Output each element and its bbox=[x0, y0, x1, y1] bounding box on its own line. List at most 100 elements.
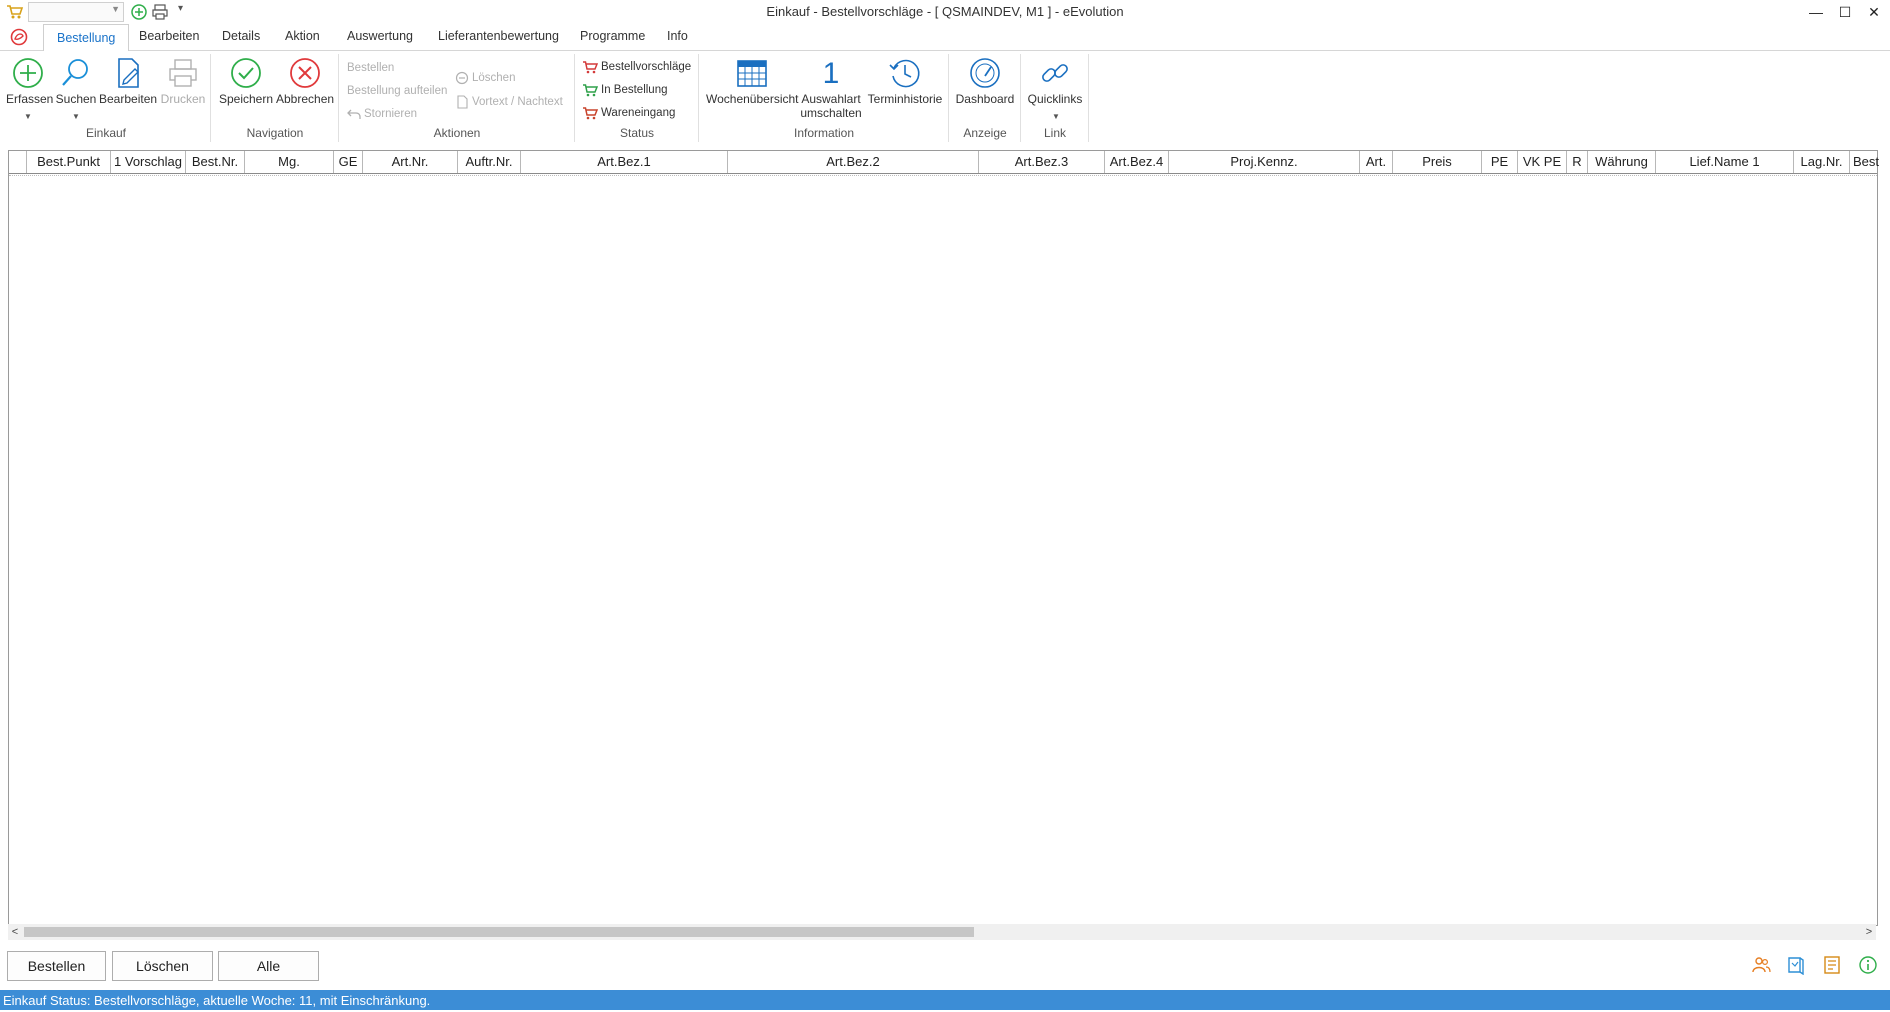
loeschen-button[interactable]: Löschen bbox=[112, 951, 213, 981]
bestellen-action[interactable]: Bestellen bbox=[347, 62, 394, 74]
scrollbar-thumb[interactable] bbox=[24, 927, 974, 937]
group-link: Quicklinks ▼ Link bbox=[1022, 54, 1089, 142]
group-label-navigation: Navigation bbox=[246, 126, 304, 140]
column-header-mg[interactable]: Mg. bbox=[245, 151, 334, 173]
group-label-einkauf: Einkauf bbox=[85, 126, 127, 140]
scroll-left-icon[interactable]: < bbox=[8, 924, 22, 940]
tab-aktion[interactable]: Aktion bbox=[285, 29, 320, 43]
status-in-bestellung-label: In Bestellung bbox=[601, 84, 668, 97]
column-header-art-bez-1[interactable]: Art.Bez.1 bbox=[521, 151, 728, 173]
column-header-art-bez-3[interactable]: Art.Bez.3 bbox=[979, 151, 1105, 173]
stornieren-label: Stornieren bbox=[364, 108, 418, 121]
column-header-rowselector[interactable] bbox=[9, 151, 27, 173]
terminhistorie-label: Terminhistorie bbox=[867, 92, 943, 106]
tab-lieferantenbewertung[interactable]: Lieferantenbewertung bbox=[438, 29, 559, 43]
tab-info[interactable]: Info bbox=[667, 29, 688, 43]
data-grid[interactable]: Best.Punkt 1 Vorschlag Best.Nr. Mg. GE A… bbox=[8, 150, 1880, 926]
group-aktionen: Bestellen Bestellung aufteilen Storniere… bbox=[340, 54, 575, 142]
column-header-lag-nr[interactable]: Lag.Nr. bbox=[1794, 151, 1850, 173]
number-one-icon: 1 bbox=[822, 57, 840, 90]
tab-bestellung[interactable]: Bestellung bbox=[43, 24, 130, 52]
bearbeiten-button[interactable]: Bearbeiten bbox=[99, 56, 157, 106]
minimize-button[interactable]: — bbox=[1802, 1, 1830, 23]
auswahlart-umschalten-button[interactable]: 1 Auswahlart umschalten bbox=[798, 56, 864, 120]
dashboard-button[interactable]: Dashboard bbox=[954, 56, 1016, 106]
column-header-proj-kennz[interactable]: Proj.Kennz. bbox=[1169, 151, 1360, 173]
horizontal-scrollbar[interactable]: < > bbox=[8, 924, 1876, 940]
cart-red-icon bbox=[583, 61, 599, 74]
speichern-button[interactable]: Speichern bbox=[218, 56, 274, 106]
search-icon bbox=[62, 59, 88, 86]
book-icon[interactable] bbox=[1786, 955, 1806, 975]
app-menu-icon[interactable] bbox=[10, 28, 28, 46]
column-header-vorschlag[interactable]: 1 Vorschlag bbox=[111, 151, 186, 173]
column-header-best-a[interactable]: Best.A bbox=[1850, 151, 1880, 173]
group-navigation: Speichern Abbrechen Navigation bbox=[212, 54, 339, 142]
speichern-label: Speichern bbox=[218, 92, 274, 106]
column-header-pe[interactable]: PE bbox=[1482, 151, 1518, 173]
column-header-waehrung[interactable]: Währung bbox=[1588, 151, 1656, 173]
users-icon[interactable] bbox=[1751, 955, 1771, 975]
column-header-vk-pe[interactable]: VK PE bbox=[1518, 151, 1567, 173]
tab-bearbeiten[interactable]: Bearbeiten bbox=[139, 29, 199, 43]
column-header-auftr-nr[interactable]: Auftr.Nr. bbox=[458, 151, 521, 173]
bearbeiten-label: Bearbeiten bbox=[99, 92, 158, 106]
add-circle-icon bbox=[13, 58, 43, 88]
quicklinks-label: Quicklinks bbox=[1027, 92, 1083, 106]
scroll-right-icon[interactable]: > bbox=[1862, 924, 1876, 940]
tab-programme[interactable]: Programme bbox=[580, 29, 645, 43]
abbrechen-button[interactable]: Abbrechen bbox=[276, 56, 334, 106]
vortext-nachtext-action[interactable]: Vortext / Nachtext bbox=[455, 95, 563, 109]
column-header-ge[interactable]: GE bbox=[334, 151, 363, 173]
grid-body[interactable] bbox=[9, 175, 1877, 926]
erfassen-label: Erfassen bbox=[6, 92, 54, 106]
wochenuebersicht-button[interactable]: Wochenübersicht bbox=[706, 56, 799, 106]
chevron-down-icon[interactable]: ▼ bbox=[1052, 112, 1060, 121]
gauge-icon bbox=[970, 58, 1000, 88]
chevron-down-icon[interactable]: ▼ bbox=[72, 112, 80, 121]
tab-details[interactable]: Details bbox=[222, 29, 260, 43]
suchen-button[interactable]: Suchen bbox=[53, 56, 99, 106]
erfassen-button[interactable]: Erfassen bbox=[6, 56, 54, 106]
column-header-art[interactable]: Art. bbox=[1360, 151, 1393, 173]
ribbon: Erfassen ▼ Suchen ▼ Bearbeiten Drucken E… bbox=[0, 51, 1890, 144]
stornieren-action[interactable]: Stornieren bbox=[347, 108, 417, 120]
status-wareneingang[interactable]: Wareneingang bbox=[582, 106, 675, 120]
notes-icon[interactable] bbox=[1822, 955, 1842, 975]
grid-header: Best.Punkt 1 Vorschlag Best.Nr. Mg. GE A… bbox=[9, 151, 1880, 174]
drucken-button[interactable]: Drucken bbox=[160, 56, 206, 106]
dashboard-label: Dashboard bbox=[955, 92, 1015, 106]
chevron-down-icon[interactable]: ▼ bbox=[24, 112, 32, 121]
group-label-information: Information bbox=[793, 126, 855, 140]
status-bestellvorschlaege[interactable]: Bestellvorschläge bbox=[582, 60, 691, 74]
wochenuebersicht-label: Wochenübersicht bbox=[706, 92, 799, 106]
tab-auswertung[interactable]: Auswertung bbox=[347, 29, 413, 43]
edit-document-icon bbox=[118, 58, 139, 88]
history-clock-icon bbox=[889, 59, 920, 88]
column-header-best-nr[interactable]: Best.Nr. bbox=[186, 151, 245, 173]
loeschen-label: Löschen bbox=[472, 72, 516, 85]
column-header-art-bez-4[interactable]: Art.Bez.4 bbox=[1105, 151, 1169, 173]
cart-red-icon bbox=[583, 107, 599, 120]
cancel-circle-icon bbox=[290, 58, 320, 88]
column-header-r[interactable]: R bbox=[1567, 151, 1588, 173]
quicklinks-button[interactable]: Quicklinks bbox=[1024, 56, 1086, 106]
bestellung-aufteilen-action[interactable]: Bestellung aufteilen bbox=[347, 85, 447, 97]
terminhistorie-button[interactable]: Terminhistorie bbox=[866, 56, 944, 106]
maximize-button[interactable]: ☐ bbox=[1831, 1, 1859, 23]
status-in-bestellung[interactable]: In Bestellung bbox=[582, 83, 668, 97]
column-header-lief-name-1[interactable]: Lief.Name 1 bbox=[1656, 151, 1794, 173]
auswahlart-label: Auswahlart bbox=[801, 92, 861, 106]
loeschen-action[interactable]: Löschen bbox=[455, 71, 515, 85]
group-anzeige: Dashboard Anzeige bbox=[950, 54, 1021, 142]
info-icon[interactable] bbox=[1858, 955, 1878, 975]
bestellen-button[interactable]: Bestellen bbox=[7, 951, 106, 981]
document-icon bbox=[457, 95, 468, 109]
column-header-preis[interactable]: Preis bbox=[1393, 151, 1482, 173]
close-button[interactable]: ✕ bbox=[1860, 1, 1888, 23]
group-label-status: Status bbox=[619, 126, 655, 140]
column-header-art-nr[interactable]: Art.Nr. bbox=[363, 151, 458, 173]
column-header-best-punkt[interactable]: Best.Punkt bbox=[27, 151, 111, 173]
column-header-art-bez-2[interactable]: Art.Bez.2 bbox=[728, 151, 979, 173]
alle-button[interactable]: Alle bbox=[218, 951, 319, 981]
